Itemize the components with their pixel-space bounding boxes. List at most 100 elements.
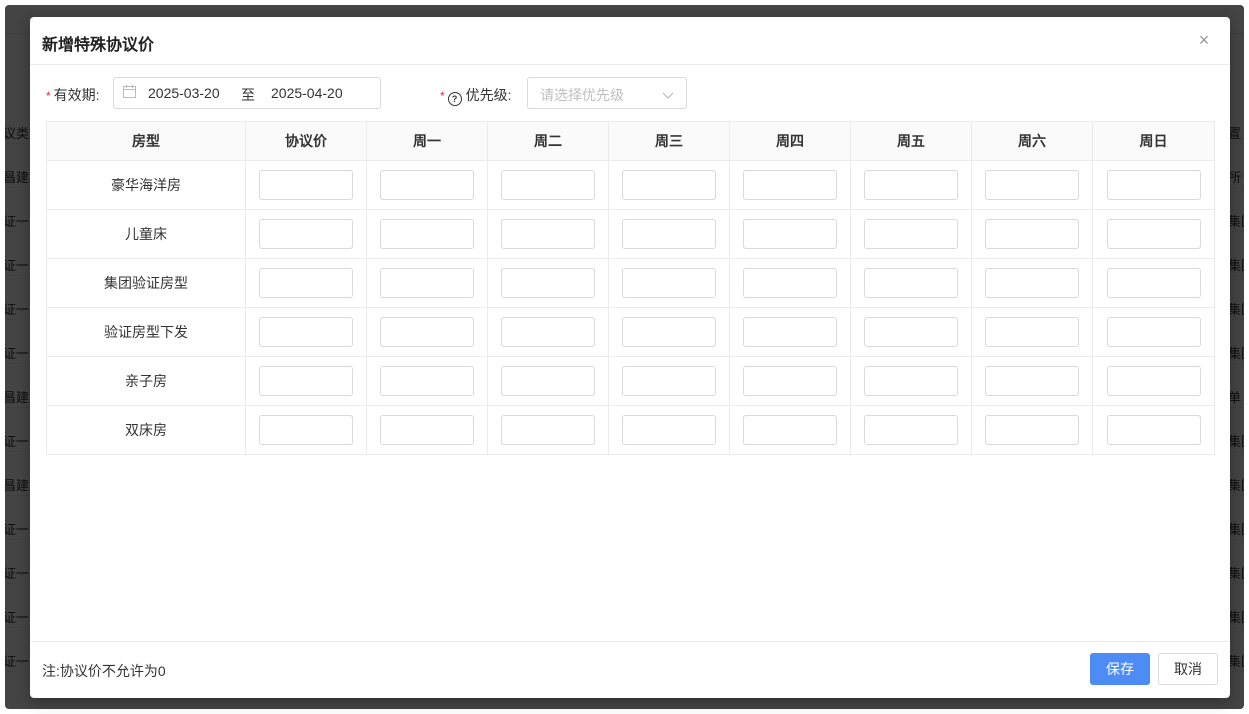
end-date[interactable]: 2025-04-20 xyxy=(271,85,343,101)
price-input[interactable] xyxy=(985,415,1079,445)
price-cell xyxy=(1092,405,1215,455)
table-header-row: 房型 协议价 周一 周二 周三 周四 周五 周六 周日 xyxy=(46,121,1215,161)
start-date[interactable]: 2025-03-20 xyxy=(148,85,220,101)
price-input[interactable] xyxy=(259,170,353,200)
price-cell xyxy=(850,356,972,406)
room-type-cell: 集团验证房型 xyxy=(46,258,246,308)
price-cell xyxy=(729,160,851,210)
price-input[interactable] xyxy=(259,219,353,249)
price-input[interactable] xyxy=(985,170,1079,200)
price-cell xyxy=(608,307,730,357)
price-cell xyxy=(729,258,851,308)
special-price-modal: 新增特殊协议价 × * 有效期: 2025-03-20 至 2025-04-20 … xyxy=(30,17,1230,698)
price-input[interactable] xyxy=(501,170,595,200)
price-cell xyxy=(487,356,609,406)
column-header: 周六 xyxy=(971,121,1093,161)
price-input[interactable] xyxy=(985,268,1079,298)
footer-note: 注:协议价不允许为0 xyxy=(42,663,166,679)
price-input[interactable] xyxy=(1106,366,1201,396)
price-cell xyxy=(850,258,972,308)
price-input[interactable] xyxy=(985,366,1079,396)
price-cell xyxy=(245,209,367,259)
price-input[interactable] xyxy=(864,219,958,249)
price-input[interactable] xyxy=(259,366,353,396)
priority-placeholder: 请选择优先级 xyxy=(540,87,624,103)
column-header: 房型 xyxy=(46,121,246,161)
validity-label: 有效期: xyxy=(53,87,100,103)
price-cell xyxy=(1092,356,1215,406)
price-cell xyxy=(729,209,851,259)
price-input[interactable] xyxy=(743,317,837,347)
modal-footer: 注:协议价不允许为0 保存 取消 xyxy=(30,641,1230,698)
price-cell xyxy=(608,356,730,406)
price-input[interactable] xyxy=(501,219,595,249)
price-cell xyxy=(971,209,1093,259)
price-input[interactable] xyxy=(259,317,353,347)
room-type-cell: 验证房型下发 xyxy=(46,307,246,357)
price-cell xyxy=(245,160,367,210)
close-icon[interactable]: × xyxy=(1194,30,1214,50)
save-button[interactable]: 保存 xyxy=(1090,653,1150,685)
price-input[interactable] xyxy=(1106,317,1201,347)
chevron-down-icon xyxy=(662,87,674,103)
column-header: 协议价 xyxy=(245,121,367,161)
price-input[interactable] xyxy=(259,268,353,298)
required-mark: * xyxy=(46,89,51,103)
price-input[interactable] xyxy=(743,268,837,298)
price-input[interactable] xyxy=(985,317,1079,347)
price-input[interactable] xyxy=(380,366,474,396)
price-cell xyxy=(850,307,972,357)
price-input[interactable] xyxy=(259,415,353,445)
price-input[interactable] xyxy=(864,366,958,396)
price-input[interactable] xyxy=(864,317,958,347)
price-cell xyxy=(729,307,851,357)
column-header: 周三 xyxy=(608,121,730,161)
price-input[interactable] xyxy=(622,219,716,249)
table-row: 亲子房 xyxy=(46,356,1215,406)
price-input[interactable] xyxy=(743,219,837,249)
price-cell xyxy=(971,258,1093,308)
price-input[interactable] xyxy=(1106,170,1201,200)
price-input[interactable] xyxy=(380,317,474,347)
price-input[interactable] xyxy=(501,415,595,445)
price-input[interactable] xyxy=(622,415,716,445)
cancel-button[interactable]: 取消 xyxy=(1158,653,1218,685)
priority-label-wrap: *? 优先级: xyxy=(440,85,512,106)
calendar-icon xyxy=(123,85,136,101)
price-cell xyxy=(487,258,609,308)
price-input[interactable] xyxy=(380,268,474,298)
price-input[interactable] xyxy=(1106,219,1201,249)
price-cell xyxy=(971,405,1093,455)
price-input[interactable] xyxy=(380,219,474,249)
price-cell xyxy=(245,405,367,455)
table-row: 儿童床 xyxy=(46,209,1215,259)
price-cell xyxy=(850,160,972,210)
help-circle-icon[interactable]: ? xyxy=(447,92,462,106)
price-input[interactable] xyxy=(501,317,595,347)
price-input[interactable] xyxy=(622,268,716,298)
price-input[interactable] xyxy=(1106,415,1201,445)
price-input[interactable] xyxy=(380,170,474,200)
price-input[interactable] xyxy=(622,170,716,200)
price-input[interactable] xyxy=(622,317,716,347)
price-input[interactable] xyxy=(864,268,958,298)
column-header: 周一 xyxy=(366,121,488,161)
price-input[interactable] xyxy=(743,366,837,396)
price-input[interactable] xyxy=(622,366,716,396)
price-input[interactable] xyxy=(864,415,958,445)
price-input[interactable] xyxy=(864,170,958,200)
price-input[interactable] xyxy=(743,415,837,445)
price-input[interactable] xyxy=(501,268,595,298)
price-cell xyxy=(366,209,488,259)
price-input[interactable] xyxy=(380,415,474,445)
price-cell xyxy=(487,307,609,357)
price-input[interactable] xyxy=(985,219,1079,249)
priority-select[interactable]: 请选择优先级 xyxy=(527,77,687,109)
price-cell xyxy=(971,356,1093,406)
price-input[interactable] xyxy=(743,170,837,200)
price-input[interactable] xyxy=(501,366,595,396)
date-range-picker[interactable]: 2025-03-20 至 2025-04-20 xyxy=(113,77,381,109)
price-input[interactable] xyxy=(1106,268,1201,298)
price-cell xyxy=(1092,209,1215,259)
price-cell xyxy=(729,356,851,406)
